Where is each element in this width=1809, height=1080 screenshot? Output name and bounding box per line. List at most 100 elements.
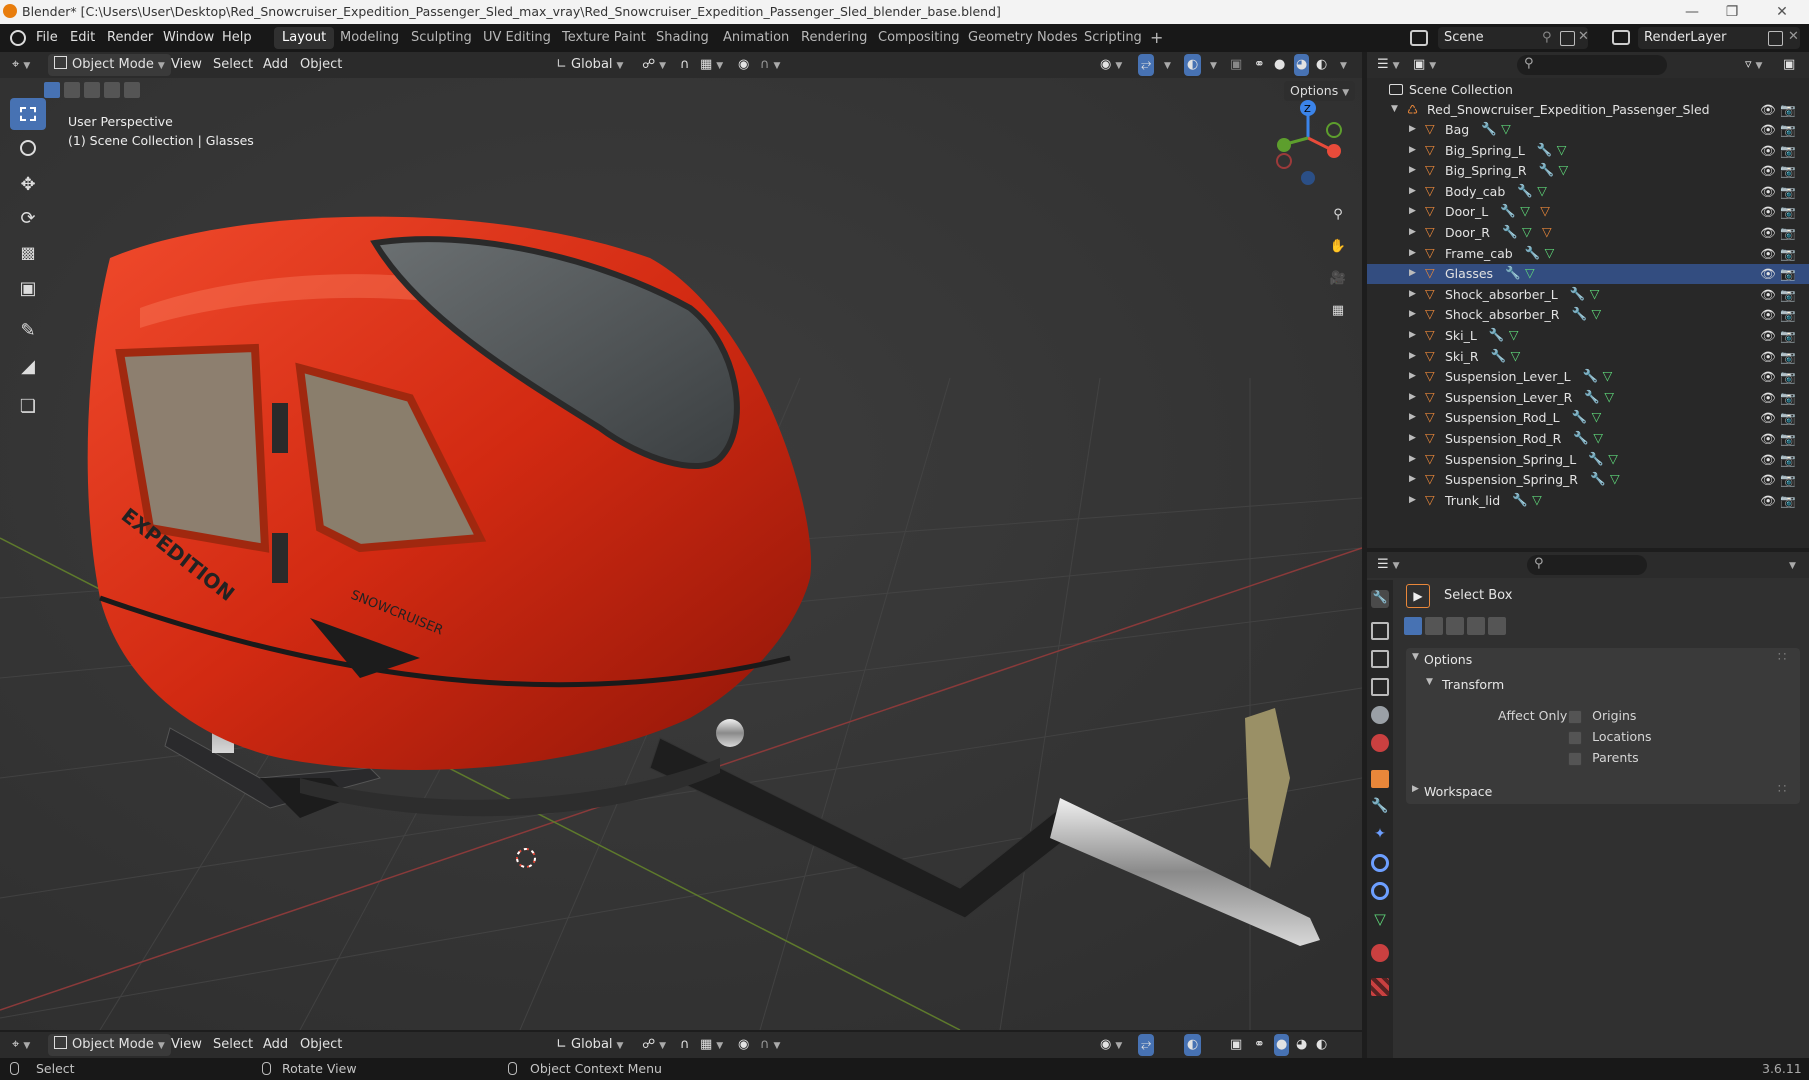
new-collection-button[interactable]: ▣ bbox=[1783, 54, 1795, 76]
camera-icon[interactable]: 📷 bbox=[1780, 493, 1796, 509]
transform-subpanel-header[interactable]: ▼ Transform bbox=[1420, 674, 1790, 696]
snap-toggle-bottom[interactable]: ∩ bbox=[680, 1034, 690, 1056]
material-icon[interactable]: ▽ bbox=[1540, 203, 1550, 218]
outliner-row-object[interactable]: ▶ ▽ Door_L 👁 📷 🔧 ▽ ▽ bbox=[1367, 202, 1809, 222]
camera-icon[interactable]: 📷 bbox=[1780, 266, 1796, 282]
modifier-wrench-icon[interactable]: 🔧 bbox=[1481, 121, 1497, 137]
outliner-editor-type[interactable]: ☰ ▼ bbox=[1377, 54, 1400, 76]
pivot-dropdown[interactable]: ☍ ▼ bbox=[642, 54, 666, 76]
menu-view-bottom[interactable]: View bbox=[171, 1034, 202, 1056]
modifier-wrench-icon[interactable]: 🔧 bbox=[1573, 430, 1589, 446]
camera-icon[interactable]: 📷 bbox=[1780, 452, 1796, 468]
outliner-row-object[interactable]: ▶ ▽ Suspension_Spring_L 👁 📷 🔧 ▽ bbox=[1367, 450, 1809, 470]
checkbox-locations-box[interactable] bbox=[1568, 730, 1582, 745]
eye-icon[interactable]: 👁 bbox=[1760, 246, 1776, 262]
outliner-row-object[interactable]: ▶ ▽ Ski_L 👁 📷 🔧 ▽ bbox=[1367, 326, 1809, 346]
xray-toggle[interactable]: ▣ bbox=[1230, 54, 1242, 76]
eye-icon[interactable]: 👁 bbox=[1760, 493, 1776, 509]
snap-target-dropdown[interactable]: ▦ ▼ bbox=[700, 54, 723, 76]
camera-icon[interactable]: 📷 bbox=[1780, 143, 1796, 159]
shading-wireframe-bottom[interactable]: ⚭ bbox=[1254, 1034, 1265, 1056]
menu-add[interactable]: Add bbox=[263, 54, 288, 76]
mesh-data-icon[interactable]: ▽ bbox=[1591, 306, 1601, 321]
modifier-wrench-icon[interactable]: 🔧 bbox=[1590, 471, 1606, 487]
mode-dropdown-bottom[interactable]: Object Mode ▼ bbox=[48, 1034, 171, 1056]
tab-shading[interactable]: Shading bbox=[648, 27, 717, 49]
checkbox-locations[interactable]: Locations bbox=[1568, 729, 1652, 745]
tool-add-cube[interactable]: ❏ bbox=[10, 390, 46, 422]
expand-icon[interactable]: ▶ bbox=[1409, 351, 1416, 361]
eye-icon[interactable]: 👁 bbox=[1760, 307, 1776, 323]
outliner-row-object[interactable]: ▶ ▽ Ski_R 👁 📷 🔧 ▽ bbox=[1367, 347, 1809, 367]
menu-file[interactable]: File bbox=[36, 30, 58, 45]
expand-icon[interactable]: ▶ bbox=[1409, 206, 1416, 216]
tab-texture-paint[interactable]: Texture Paint bbox=[554, 27, 654, 49]
tab-uv-editing[interactable]: UV Editing bbox=[475, 27, 559, 49]
eye-icon[interactable]: 👁 bbox=[1760, 225, 1776, 241]
mesh-data-icon[interactable]: ▽ bbox=[1501, 121, 1511, 136]
camera-icon[interactable]: 📷 bbox=[1780, 204, 1796, 220]
collapse-icon[interactable]: ▼ bbox=[1391, 104, 1398, 114]
eye-icon[interactable]: 👁 bbox=[1760, 102, 1776, 118]
mesh-data-icon[interactable]: ▽ bbox=[1610, 471, 1620, 486]
mesh-data-icon[interactable]: ▽ bbox=[1511, 348, 1521, 363]
orientation-dropdown-bottom[interactable]: ∟ Global ▼ bbox=[556, 1034, 623, 1056]
checkbox-parents-box[interactable] bbox=[1568, 751, 1582, 766]
tab-modeling[interactable]: Modeling bbox=[332, 27, 407, 49]
xray-toggle-bottom[interactable]: ▣ bbox=[1230, 1034, 1242, 1056]
falloff-dropdown-bottom[interactable]: ∩ ▼ bbox=[760, 1034, 780, 1056]
tab-scripting[interactable]: Scripting bbox=[1076, 27, 1150, 49]
tab-object-icon[interactable] bbox=[1371, 770, 1389, 788]
tool-transform[interactable]: ▣ bbox=[10, 272, 46, 304]
camera-icon[interactable]: 📷 bbox=[1780, 122, 1796, 138]
outliner-row-object[interactable]: ▶ ▽ Suspension_Spring_R 👁 📷 🔧 ▽ bbox=[1367, 470, 1809, 490]
properties-editor-type[interactable]: ☰ ▼ bbox=[1377, 554, 1400, 576]
gizmo-toggle-bottom[interactable]: ⥂ bbox=[1138, 1034, 1155, 1056]
outliner-row-object[interactable]: ▶ ▽ Body_cab 👁 📷 🔧 ▽ bbox=[1367, 182, 1809, 202]
mesh-data-icon[interactable]: ▽ bbox=[1608, 451, 1618, 466]
orientation-dropdown[interactable]: ∟ Global ▼ bbox=[556, 54, 623, 76]
modifier-wrench-icon[interactable]: 🔧 bbox=[1588, 451, 1604, 467]
overlay-toggle-bottom[interactable]: ◐ bbox=[1184, 1034, 1202, 1056]
expand-icon[interactable]: ▶ bbox=[1409, 433, 1416, 443]
mesh-data-icon[interactable]: ▽ bbox=[1537, 183, 1547, 198]
eye-icon[interactable]: 👁 bbox=[1760, 122, 1776, 138]
menu-window[interactable]: Window bbox=[163, 30, 214, 45]
eye-icon[interactable]: 👁 bbox=[1760, 163, 1776, 179]
remove-scene-icon[interactable]: ✕ bbox=[1578, 29, 1589, 44]
mode-invert-icon[interactable] bbox=[1467, 617, 1485, 635]
camera-view-button[interactable]: 🎥 bbox=[1324, 264, 1352, 292]
menu-select-bottom[interactable]: Select bbox=[213, 1034, 253, 1056]
tab-scene-icon[interactable] bbox=[1371, 706, 1389, 724]
expand-icon[interactable]: ▶ bbox=[1409, 165, 1416, 175]
camera-icon[interactable]: 📷 bbox=[1780, 431, 1796, 447]
expand-icon[interactable]: ▶ bbox=[1409, 124, 1416, 134]
camera-icon[interactable]: 📷 bbox=[1780, 184, 1796, 200]
menu-help[interactable]: Help bbox=[222, 30, 252, 45]
eye-icon[interactable]: 👁 bbox=[1760, 431, 1776, 447]
modifier-wrench-icon[interactable]: 🔧 bbox=[1502, 224, 1518, 240]
editor-type-button-bottom[interactable]: ⌖ ▼ bbox=[12, 1034, 30, 1056]
tab-data-icon[interactable]: ▽ bbox=[1371, 910, 1389, 928]
outliner-row-object[interactable]: ▶ ▽ Glasses 👁 📷 🔧 ▽ bbox=[1367, 264, 1809, 285]
tab-animation[interactable]: Animation bbox=[715, 27, 797, 49]
modifier-wrench-icon[interactable]: 🔧 bbox=[1505, 265, 1521, 281]
select-subtract-icon[interactable] bbox=[84, 82, 100, 98]
render-layer-selector[interactable]: RenderLayer ✕ bbox=[1638, 27, 1800, 49]
new-scene-icon[interactable] bbox=[1560, 31, 1575, 46]
mesh-data-icon[interactable]: ▽ bbox=[1559, 162, 1569, 177]
mesh-data-icon[interactable]: ▽ bbox=[1509, 327, 1519, 342]
eye-icon[interactable]: 👁 bbox=[1760, 390, 1776, 406]
expand-icon[interactable]: ▶ bbox=[1409, 309, 1416, 319]
tool-annotate[interactable]: ✎ bbox=[10, 314, 46, 346]
expand-icon[interactable]: ▶ bbox=[1409, 371, 1416, 381]
filter-dropdown[interactable]: ▿ ▼ bbox=[1745, 54, 1762, 76]
eye-icon[interactable]: 👁 bbox=[1760, 266, 1776, 282]
tab-geometry-nodes[interactable]: Geometry Nodes bbox=[960, 27, 1086, 49]
eye-icon[interactable]: 👁 bbox=[1760, 143, 1776, 159]
outliner-row-object[interactable]: ▶ ▽ Big_Spring_L 👁 📷 🔧 ▽ bbox=[1367, 141, 1809, 161]
modifier-wrench-icon[interactable]: 🔧 bbox=[1539, 162, 1555, 178]
mesh-data-icon[interactable]: ▽ bbox=[1592, 409, 1602, 424]
modifier-wrench-icon[interactable]: 🔧 bbox=[1571, 306, 1587, 322]
expand-icon[interactable]: ▶ bbox=[1409, 412, 1416, 422]
